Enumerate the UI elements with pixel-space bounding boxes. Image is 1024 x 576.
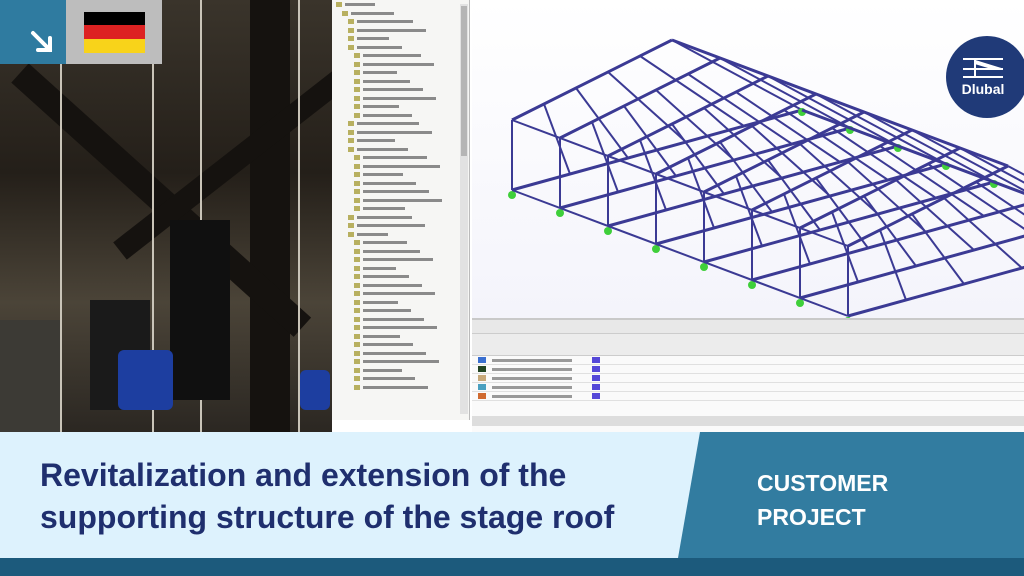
truss-member (671, 39, 803, 111)
tree-item (332, 86, 469, 94)
tree-item (332, 333, 469, 341)
truss-member (543, 103, 571, 175)
project-navigator (332, 0, 470, 420)
tree-item (332, 163, 469, 171)
support-marker (508, 191, 516, 199)
support-marker (748, 281, 756, 289)
tree-item (332, 52, 469, 60)
table-row (472, 356, 1024, 365)
background-photo (0, 0, 332, 432)
tree-item (332, 384, 469, 392)
tree-item (332, 375, 469, 383)
truss-member (767, 75, 899, 147)
support-marker (604, 227, 612, 235)
truss-member (591, 121, 619, 193)
truss-member (863, 111, 995, 183)
tree-item (332, 239, 469, 247)
cross-sections-table (472, 318, 1024, 432)
logo-text: Dlubal (961, 81, 1005, 97)
tree-item (332, 256, 469, 264)
tree-item (332, 137, 469, 145)
truss-member (1007, 165, 1024, 176)
tree-item (332, 154, 469, 162)
badge (0, 0, 66, 64)
tree-item (332, 95, 469, 103)
tree-item (332, 112, 469, 120)
tree-item (332, 358, 469, 366)
truss-model (508, 38, 1024, 325)
tree-item (332, 282, 469, 290)
tree-item (332, 214, 469, 222)
truss-member (815, 93, 947, 165)
tree-item (332, 316, 469, 324)
tree-item (332, 290, 469, 298)
category-label: CUSTOMER PROJECT (757, 466, 888, 534)
page-title: Revitalization and extension of the supp… (40, 457, 615, 535)
table-row (472, 383, 1024, 392)
category-line-2: PROJECT (757, 504, 866, 530)
tree-item (332, 341, 469, 349)
structure-3d-view (472, 0, 1024, 325)
tree-item (332, 231, 469, 239)
navigator-scrollbar (460, 4, 468, 414)
support-marker (652, 245, 660, 253)
tree-item (332, 324, 469, 332)
tree-item (332, 205, 469, 213)
support-marker (700, 263, 708, 271)
category-line-1: CUSTOMER (757, 470, 889, 496)
truss-member (511, 189, 849, 317)
tree-item (332, 307, 469, 315)
tree-item (332, 299, 469, 307)
support-marker (556, 209, 564, 217)
tree-item (332, 265, 469, 273)
tree-item (332, 69, 469, 77)
tree-item (332, 171, 469, 179)
dlubal-logo: Dlubal (946, 36, 1024, 118)
tree-item (332, 27, 469, 35)
tree-item (332, 120, 469, 128)
table-row (472, 365, 1024, 374)
arrow-down-right-icon (31, 31, 52, 52)
tree-item (332, 197, 469, 205)
tree-item (332, 10, 469, 18)
tree-item (332, 180, 469, 188)
tree-item (332, 44, 469, 52)
germany-flag-icon (83, 11, 145, 53)
tree-item (332, 78, 469, 86)
table-row (472, 374, 1024, 383)
table-row (472, 392, 1024, 401)
tree-item (332, 1, 469, 9)
tree-item (332, 367, 469, 375)
tree-item (332, 188, 469, 196)
support-marker (796, 299, 804, 307)
country-flag-box (66, 0, 162, 64)
tree-item (332, 18, 469, 26)
tree-item (332, 103, 469, 111)
truss-member (719, 57, 851, 129)
software-screenshot (332, 0, 1024, 432)
tree-item (332, 273, 469, 281)
tree-item (332, 61, 469, 69)
tree-item (332, 129, 469, 137)
tree-item (332, 222, 469, 230)
tree-item (332, 350, 469, 358)
truss-member (511, 119, 849, 247)
bridge-icon (963, 58, 1003, 78)
tree-item (332, 248, 469, 256)
tree-item (332, 146, 469, 154)
tree-item (332, 35, 469, 43)
footer-bar (0, 558, 1024, 576)
